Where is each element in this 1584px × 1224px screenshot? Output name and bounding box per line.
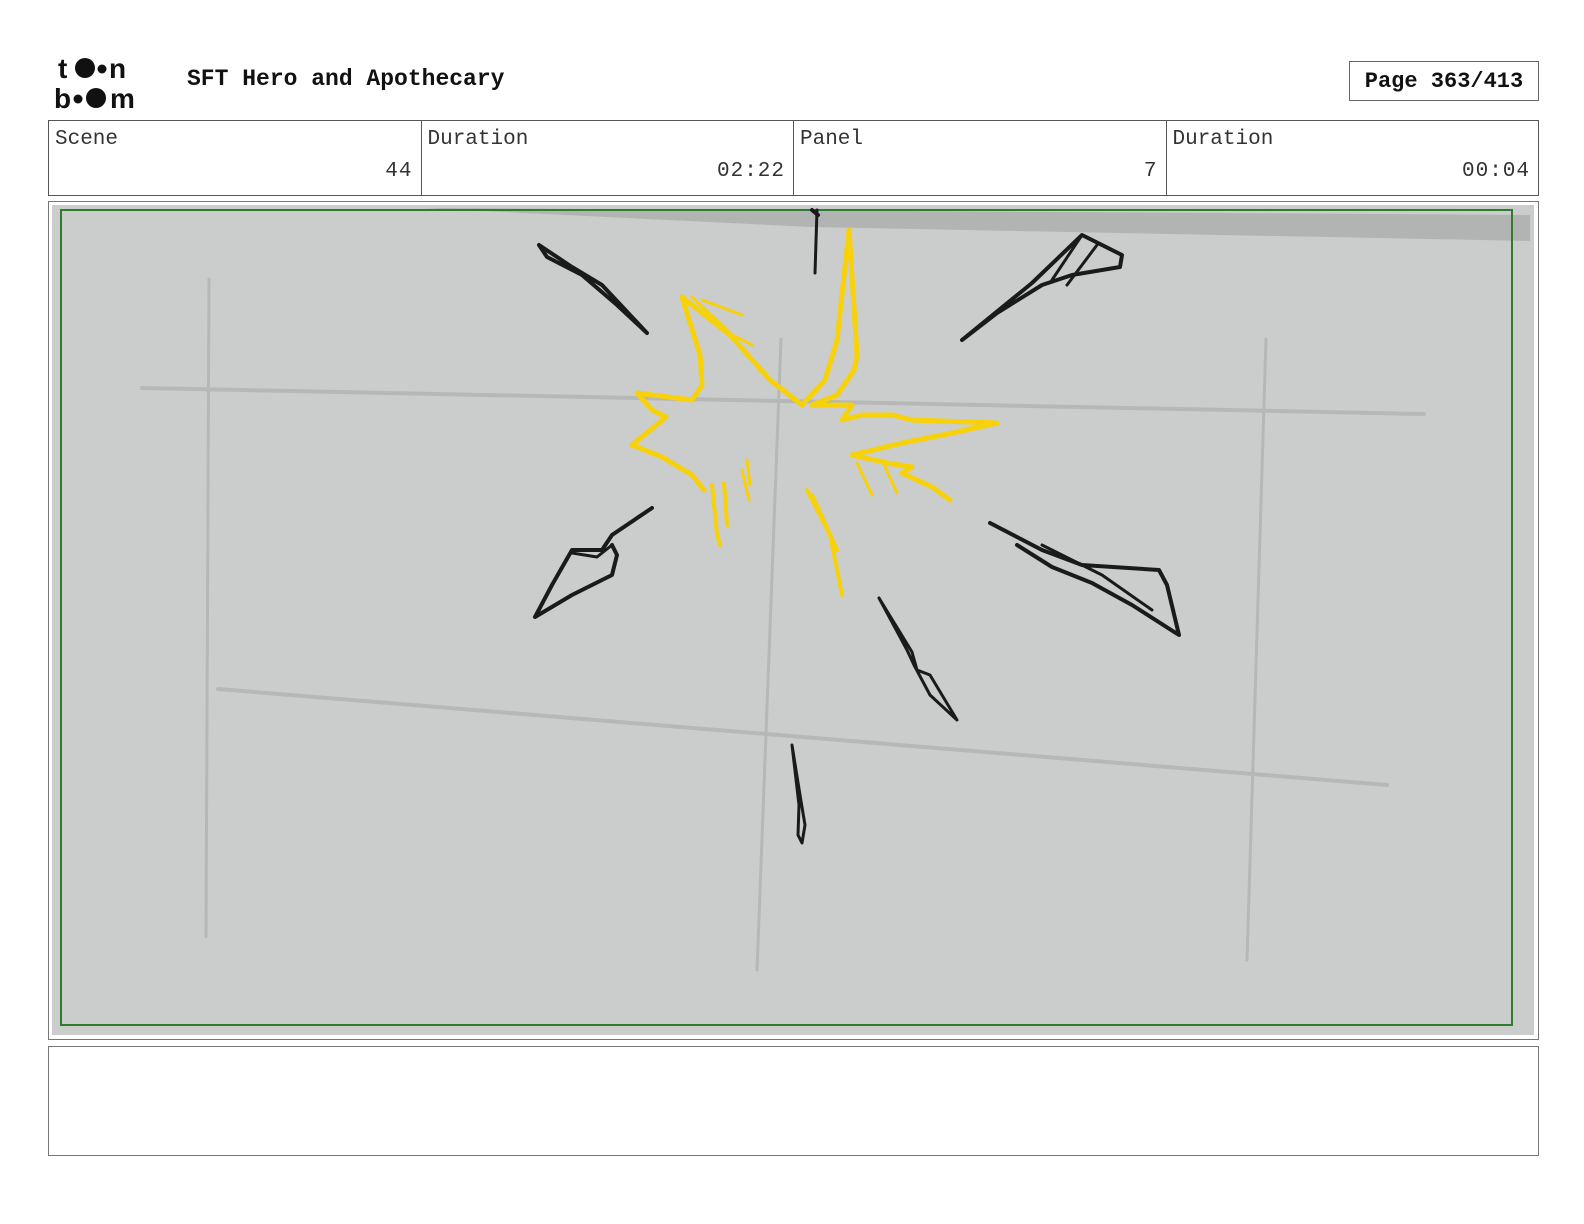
storyboard-panel [48, 201, 1539, 1040]
svg-text:m: m [110, 83, 135, 112]
scene-duration-value: 02:22 [716, 160, 785, 183]
panel-duration-label: Duration [1172, 128, 1274, 151]
scene-info-bar: Scene 44 Duration 02:22 Panel 7 Duration… [48, 120, 1539, 196]
panel-duration-value: 00:04 [1461, 160, 1530, 183]
panel-drawing [52, 205, 1534, 1035]
svg-text:t: t [58, 53, 67, 84]
scene-value: 44 [385, 160, 413, 183]
scene-duration-cell: Duration 02:22 [422, 121, 794, 195]
panel-cell: Panel 7 [794, 121, 1167, 195]
panel-background [52, 205, 1534, 1035]
scene-label: Scene [55, 128, 119, 151]
scene-cell: Scene 44 [49, 121, 422, 195]
page-indicator: Page 363/413 [1349, 61, 1539, 101]
scene-duration-label: Duration [427, 128, 529, 151]
panel-value: 7 [1143, 160, 1158, 183]
svg-text:n: n [109, 53, 126, 84]
panel-label: Panel [800, 128, 864, 151]
panel-duration-cell: Duration 00:04 [1167, 121, 1539, 195]
toon-boom-logo: t n b m [54, 53, 135, 112]
project-title: SFT Hero and Apothecary [187, 66, 505, 92]
panel-notes-box [48, 1046, 1539, 1156]
svg-text:b: b [54, 83, 71, 112]
